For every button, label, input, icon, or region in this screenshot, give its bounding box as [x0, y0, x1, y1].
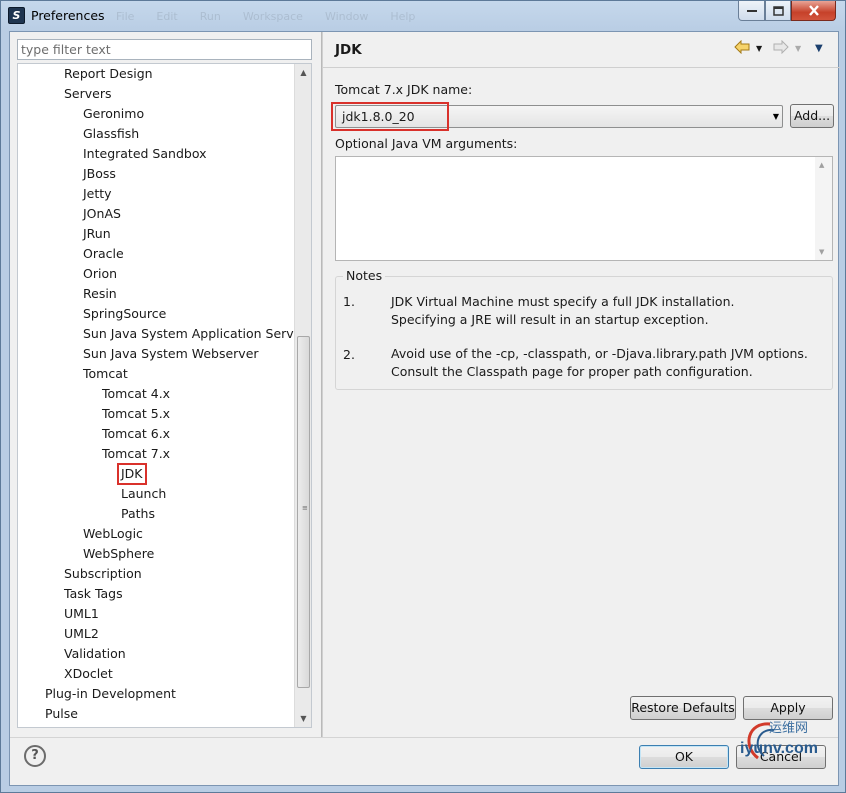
tree-item[interactable]: JRun — [80, 224, 114, 244]
vm-args-label: Optional Java VM arguments: — [335, 136, 518, 151]
tree-item[interactable]: Integrated Sandbox — [80, 144, 209, 164]
tree-item[interactable]: Tomcat 4.x — [99, 384, 173, 404]
note-number: 2. — [343, 347, 355, 362]
forward-dropdown-icon[interactable]: ▼ — [795, 44, 801, 53]
add-jdk-button[interactable]: Add... — [790, 104, 834, 128]
tree-item[interactable]: Launch — [118, 484, 169, 504]
pane-divider[interactable] — [321, 32, 323, 737]
grip-icon: ≡ — [302, 504, 308, 512]
vm-args-textarea[interactable]: ▲ ▼ — [335, 156, 833, 261]
tree-item[interactable]: Tomcat 6.x — [99, 424, 173, 444]
tree-item[interactable]: Sun Java System Webserver — [80, 344, 262, 364]
close-icon — [808, 5, 819, 16]
title-bar[interactable]: S Preferences File Edit Run Workspace Wi… — [1, 1, 845, 31]
note-line: JDK Virtual Machine must specify a full … — [391, 294, 735, 309]
minimize-icon — [746, 9, 757, 12]
tree-item[interactable]: Tomcat 5.x — [99, 404, 173, 424]
tree-item[interactable]: Subscription — [61, 564, 145, 584]
tree-item[interactable]: Tomcat 7.x — [99, 444, 173, 464]
tree-item[interactable]: Pulse — [42, 704, 81, 724]
preference-tree[interactable]: Pulse Plug-in Development XDoclet Validatio… — [17, 63, 312, 728]
ghost-menu-run: Run — [199, 10, 221, 23]
tree-item[interactable]: XDoclet — [61, 664, 116, 684]
tree-item[interactable]: JBoss — [80, 164, 119, 184]
background-menu-ghost: File Edit Run Workspace Window Help — [116, 10, 415, 23]
tree-item[interactable]: Oracle — [80, 244, 127, 264]
ghost-menu-file: File — [116, 10, 135, 23]
tree-item[interactable]: Task Tags — [61, 584, 126, 604]
tree-scrollbar[interactable]: ▲ ≡ ▼ — [294, 64, 311, 727]
notes-title: Notes — [343, 268, 386, 283]
ok-button[interactable]: OK — [639, 745, 729, 769]
watermark-bottom-text: iyunv.com — [740, 740, 818, 757]
tree-item[interactable]: JOnAS — [80, 204, 124, 224]
tree-item[interactable]: Jetty — [80, 184, 115, 204]
ghost-menu-edit: Edit — [156, 10, 178, 23]
tree-item[interactable]: Tomcat — [80, 364, 131, 384]
note-line: Consult the Classpath page for proper pa… — [391, 364, 753, 379]
tree-item[interactable]: Glassfish — [80, 124, 142, 144]
note-line: Avoid use of the -cp, -classpath, or -Dj… — [391, 346, 808, 361]
scroll-up-arrow-icon[interactable]: ▲ — [819, 161, 824, 169]
vm-args-scrollbar[interactable]: ▲ ▼ — [815, 157, 832, 260]
ghost-menu-workspace: Workspace — [242, 10, 303, 23]
note-number: 1. — [343, 294, 355, 309]
filter-input[interactable] — [17, 39, 312, 60]
dialog-client: PulsePlug-in DevelopmentXDocletValidatio… — [9, 31, 840, 786]
help-icon[interactable]: ? — [24, 745, 46, 767]
tree-item[interactable]: UML2 — [61, 624, 102, 644]
ghost-menu-window: Window — [324, 10, 369, 23]
preferences-window: S Preferences File Edit Run Workspace Wi… — [0, 0, 846, 793]
note-text: JDK Virtual Machine must specify a full … — [391, 293, 826, 329]
tree-item-selected[interactable]: JDK — [117, 463, 147, 485]
site-watermark: 运维网 iyunv.com — [734, 716, 834, 766]
tree-item[interactable]: Orion — [80, 264, 120, 284]
app-logo-icon: S — [8, 7, 25, 24]
tree-item[interactable]: Sun Java System Application Server — [80, 324, 310, 344]
scroll-down-arrow-icon[interactable]: ▼ — [819, 248, 824, 256]
back-arrow-icon[interactable] — [734, 39, 750, 58]
close-button[interactable] — [791, 1, 836, 21]
tree-item[interactable]: Paths — [118, 504, 158, 524]
forward-arrow-icon[interactable] — [773, 39, 789, 58]
scrollbar-thumb[interactable]: ≡ — [297, 336, 310, 688]
jdk-highlight-box — [331, 102, 449, 131]
footer-separator — [10, 737, 838, 738]
note-text: Avoid use of the -cp, -classpath, or -Dj… — [391, 345, 826, 381]
tree-item[interactable]: WebLogic — [80, 524, 146, 544]
tree-item[interactable]: Report Design — [61, 64, 156, 84]
tree-item[interactable]: Geronimo — [80, 104, 147, 124]
maximize-button[interactable] — [765, 1, 791, 21]
tree-item[interactable]: UML1 — [61, 604, 102, 624]
tree-item[interactable]: Validation — [61, 644, 129, 664]
note-line: Specifying a JRE will result in an start… — [391, 312, 709, 327]
tree-item[interactable]: WebSphere — [80, 544, 157, 564]
restore-defaults-button[interactable]: Restore Defaults — [630, 696, 736, 720]
scroll-up-arrow-icon[interactable]: ▲ — [295, 64, 311, 81]
chevron-down-icon: ▼ — [772, 112, 779, 121]
minimize-button[interactable] — [738, 1, 765, 21]
tree-item[interactable]: Plug-in Development — [42, 684, 179, 704]
tree-item[interactable]: Servers — [61, 84, 115, 104]
watermark-top-text: 运维网 — [769, 721, 809, 736]
title-separator — [323, 67, 840, 68]
page-title: JDK — [335, 42, 362, 58]
tree-item[interactable]: SpringSource — [80, 304, 169, 324]
back-dropdown-icon[interactable]: ▼ — [756, 44, 762, 53]
jdk-name-label: Tomcat 7.x JDK name: — [335, 82, 473, 97]
ghost-menu-help: Help — [390, 10, 416, 23]
window-title: Preferences — [31, 8, 105, 23]
maximize-icon — [772, 5, 784, 16]
view-menu-icon[interactable]: ▼ — [815, 43, 823, 54]
scroll-down-arrow-icon[interactable]: ▼ — [295, 710, 311, 727]
tree-item[interactable]: Resin — [80, 284, 120, 304]
